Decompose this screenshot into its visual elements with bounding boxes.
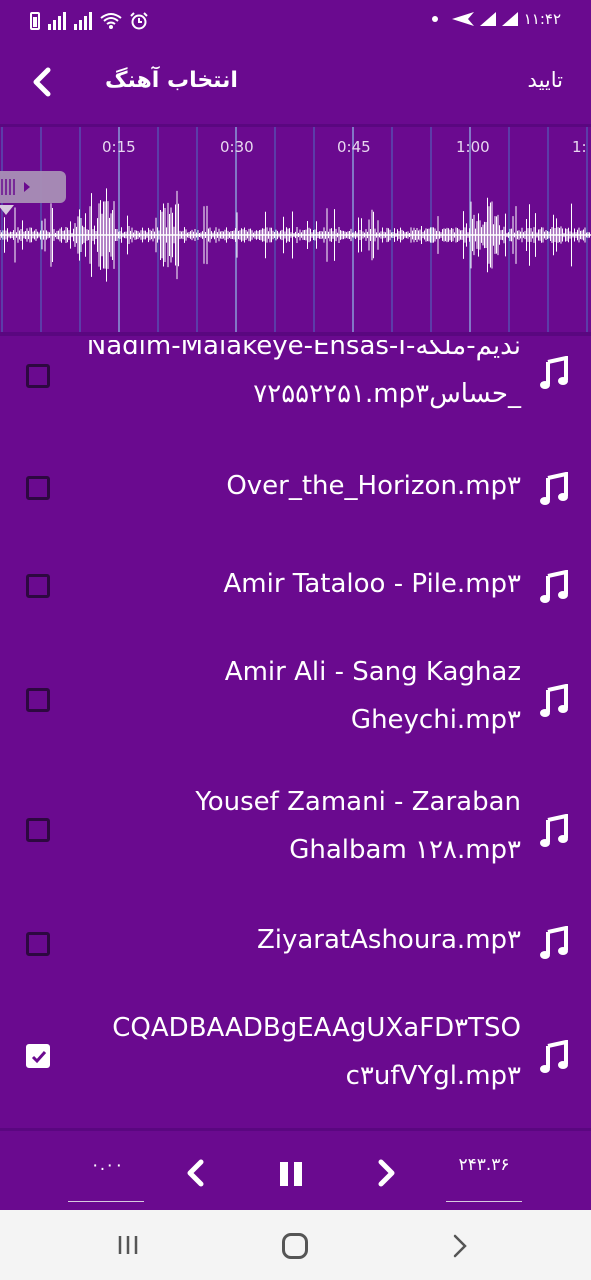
checkbox-icon[interactable] xyxy=(26,574,50,598)
battery-icon xyxy=(30,12,40,30)
send-icon xyxy=(451,12,474,26)
music-note-icon xyxy=(540,684,568,717)
time-mark: 0:30 xyxy=(220,138,254,156)
home-icon[interactable] xyxy=(282,1233,308,1259)
header: انتخاب آهنگ تایید xyxy=(0,44,591,124)
confirm-button[interactable]: تایید xyxy=(528,68,563,92)
music-note-icon xyxy=(540,814,568,847)
list-item[interactable]: Nadim-Malakeye-Ehsas-I-نديم-ملكه ۷۲۵۵۲۲۵… xyxy=(0,340,591,428)
end-time-field[interactable]: ۲۴۳.۳۶ xyxy=(446,1155,522,1175)
checkbox-checked-icon[interactable] xyxy=(26,1044,50,1068)
wifi-icon xyxy=(100,13,122,29)
song-name: Over_the_Horizon.mp۳ xyxy=(226,471,521,501)
system-nav-bar xyxy=(0,1210,591,1280)
checkbox-icon[interactable] xyxy=(26,364,50,388)
list-item[interactable]: Amir Tataloo - Pile.mp۳ xyxy=(0,532,591,632)
notification-dot-icon xyxy=(431,16,438,22)
playback-controls: ۰.۰۰ ۲۴۳.۳۶ xyxy=(0,1128,591,1210)
waveform-view[interactable]: 0:15 0:30 0:45 1:00 1: xyxy=(0,124,591,336)
song-name-line: Amir Ali - Sang Kaghaz xyxy=(224,657,521,687)
music-note-icon xyxy=(540,570,568,603)
chevron-right-icon[interactable] xyxy=(366,1153,406,1193)
time-mark: 1: xyxy=(572,138,587,156)
checkbox-icon[interactable] xyxy=(26,688,50,712)
music-note-icon xyxy=(540,472,568,505)
time-mark: 0:15 xyxy=(102,138,136,156)
nav-back-icon[interactable] xyxy=(448,1232,472,1260)
status-bar: ۱۱:۴۲ xyxy=(0,0,591,44)
waveform-graphic xyxy=(0,127,591,332)
signal-icon-2 xyxy=(74,12,92,30)
chevron-left-icon[interactable] xyxy=(176,1153,216,1193)
song-name: Nadim-Malakeye-Ehsas-I-نديم-ملكه ۷۲۵۵۲۲۵… xyxy=(61,340,521,418)
song-name-line: Ghalbam ۱۲۸.mp۳ xyxy=(289,835,521,865)
handle-grip-icon xyxy=(1,179,30,195)
start-time-field[interactable]: ۰.۰۰ xyxy=(70,1155,144,1175)
signal-icon xyxy=(48,12,66,30)
alarm-icon xyxy=(130,12,148,30)
song-name-line: CQADBAADBgEAAgUXaFD۳TSO xyxy=(112,1013,521,1043)
time-mark: 0:45 xyxy=(337,138,371,156)
song-name: Amir Tataloo - Pile.mp۳ xyxy=(223,569,522,599)
song-name: CQADBAADBgEAAgUXaFD۳TSO c۳ufVYgl.mp۳ xyxy=(61,1004,521,1100)
handle-pointer-icon xyxy=(0,205,14,215)
signal-small-icon xyxy=(479,12,496,26)
song-list[interactable]: Nadim-Malakeye-Ehsas-I-نديم-ملكه ۷۲۵۵۲۲۵… xyxy=(0,340,591,1130)
clock: ۱۱:۴۲ xyxy=(523,10,561,28)
end-time-underline xyxy=(446,1201,522,1202)
time-mark: 1:00 xyxy=(456,138,490,156)
status-icons-left xyxy=(30,12,148,30)
start-time-underline xyxy=(68,1201,144,1202)
song-name-line: Gheychi.mp۳ xyxy=(350,705,521,735)
page-title: انتخاب آهنگ xyxy=(105,68,238,93)
music-note-icon xyxy=(540,1040,568,1073)
checkmark-icon xyxy=(31,1051,47,1064)
pause-icon[interactable] xyxy=(272,1153,312,1193)
list-item[interactable]: Yousef Zamani - Zaraban Ghalbam ۱۲۸.mp۳ xyxy=(0,766,591,890)
list-item[interactable]: ZiyaratAshoura.mp۳ xyxy=(0,896,591,984)
song-name-line: c۳ufVYgl.mp۳ xyxy=(345,1061,521,1091)
song-name-line: Yousef Zamani - Zaraban xyxy=(195,787,521,817)
song-name-line: Nadim-Malakeye-Ehsas-I-نديم-ملكه xyxy=(86,340,521,361)
song-name-line: ۷۲۵۵۲۲۵۱.mp۳حساس_ xyxy=(253,379,521,409)
music-note-icon xyxy=(540,356,568,389)
song-name: Yousef Zamani - Zaraban Ghalbam ۱۲۸.mp۳ xyxy=(61,778,521,874)
signal-small-icon-2 xyxy=(501,12,518,26)
list-item[interactable]: CQADBAADBgEAAgUXaFD۳TSO c۳ufVYgl.mp۳ xyxy=(0,992,591,1116)
checkbox-icon[interactable] xyxy=(26,476,50,500)
back-icon[interactable] xyxy=(22,62,62,102)
song-name: ZiyaratAshoura.mp۳ xyxy=(256,925,521,955)
song-name: Amir Ali - Sang Kaghaz Gheychi.mp۳ xyxy=(61,648,521,744)
checkbox-icon[interactable] xyxy=(26,932,50,956)
list-item[interactable]: Over_the_Horizon.mp۳ xyxy=(0,440,591,532)
list-item[interactable]: Amir Ali - Sang Kaghaz Gheychi.mp۳ xyxy=(0,636,591,760)
recent-apps-icon[interactable] xyxy=(116,1234,140,1256)
status-icons-right: ۱۱:۴۲ xyxy=(431,10,561,28)
checkbox-icon[interactable] xyxy=(26,818,50,842)
start-handle[interactable] xyxy=(0,171,66,203)
music-note-icon xyxy=(540,926,568,959)
